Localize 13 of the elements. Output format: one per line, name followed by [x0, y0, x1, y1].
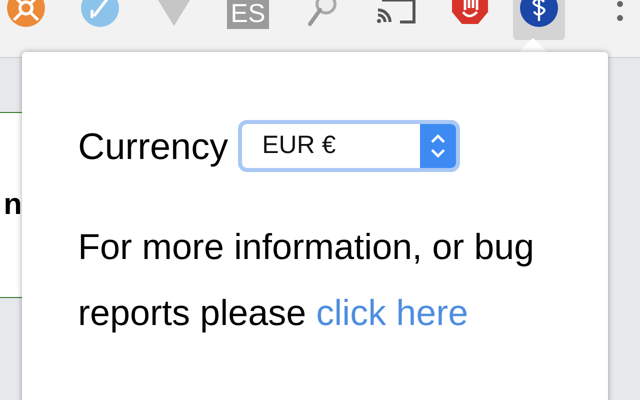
pen-icon	[80, 0, 120, 28]
menu-icon[interactable]	[616, 0, 624, 24]
extension-button[interactable]: ES	[211, 0, 285, 40]
extension-button[interactable]	[513, 0, 565, 40]
dollar-icon	[519, 0, 559, 28]
es-badge: ES	[227, 0, 269, 29]
info-paragraph: For more information, or bug reports please click here	[78, 225, 536, 335]
stepper-icon	[429, 132, 448, 160]
click-here-link[interactable]: click here	[316, 292, 468, 333]
currency-label: Currency	[78, 128, 228, 164]
currency-select[interactable]: EUR €	[238, 120, 460, 172]
lifebuoy-icon	[6, 0, 46, 28]
page-text-fragment: n	[4, 190, 22, 220]
